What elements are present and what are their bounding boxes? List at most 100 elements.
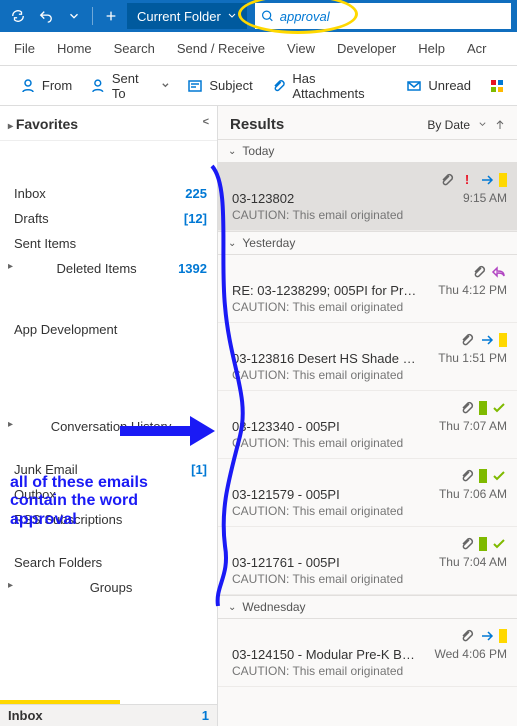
attachment-icon [459,400,475,416]
email-subject: 03-124150 - Modular Pre-K Bui… [232,647,422,662]
filter-from[interactable]: From [12,74,80,98]
email-preview: CAUTION: This email originated [232,368,507,382]
group-yesterday[interactable]: ⌄Yesterday [218,231,517,255]
search-box[interactable] [255,3,511,29]
forward-arrow-icon [479,172,495,188]
collapse-pane-icon[interactable]: < [203,116,209,132]
inbox-status-label: Inbox [8,708,43,723]
check-icon [491,400,507,416]
category-tag-icon [479,401,487,415]
email-time: Thu 4:12 PM [438,283,507,298]
menu-developer[interactable]: Developer [327,35,406,62]
category-tag-icon [499,173,507,187]
folder-rss[interactable]: RSS Subscriptions [0,507,217,532]
search-icon [261,9,274,23]
filter-subject[interactable]: Subject [179,74,260,98]
filter-attachments[interactable]: Has Attachments [263,67,397,105]
menu-home[interactable]: Home [47,35,102,62]
sort-by-date[interactable]: By Date [427,118,505,132]
attachment-icon [459,332,475,348]
folder-appdev[interactable]: App Development [0,317,217,342]
search-scope-dropdown[interactable]: Current Folder [127,3,247,29]
customize-icon[interactable] [99,4,123,28]
email-time: Thu 1:51 PM [438,351,507,366]
folder-deleted[interactable]: Deleted Items1392 [0,256,217,281]
group-today[interactable]: ⌄Today [218,139,517,163]
check-icon [491,536,507,552]
menu-help[interactable]: Help [408,35,455,62]
email-preview: CAUTION: This email originated [232,300,507,314]
email-preview: CAUTION: This email originated [232,572,507,586]
folder-inbox[interactable]: Inbox225 [0,181,217,206]
email-time: Thu 7:06 AM [439,487,507,502]
email-item[interactable]: 03-123816 Desert HS Shade St… Thu 1:51 PM… [218,323,517,391]
filter-from-label: From [42,78,72,93]
filter-subject-label: Subject [209,78,252,93]
filter-sentto-label: Sent To [112,71,155,101]
folder-outbox[interactable]: Outbox [0,482,217,507]
menubar: File Home Search Send / Receive View Dev… [0,32,517,66]
attachment-icon [439,172,455,188]
email-time: Thu 7:07 AM [439,419,507,434]
menu-acrobat[interactable]: Acr [457,35,497,62]
folder-junk[interactable]: Junk Email[1] [0,457,217,482]
email-preview: CAUTION: This email originated [232,436,507,450]
email-time: Wed 4:06 PM [435,647,507,662]
attachment-icon [471,264,487,280]
email-item[interactable]: ! 03-123802 9:15 AM CAUTION: This email o… [218,163,517,231]
folder-convhistory[interactable]: Conversation History [0,414,217,439]
undo-icon[interactable] [34,4,58,28]
chevron-down-icon[interactable] [62,4,86,28]
attachment-icon [459,468,475,484]
email-time: 9:15 AM [463,191,507,206]
email-item[interactable]: 03-121579 - 005PIThu 7:06 AM CAUTION: Th… [218,459,517,527]
email-preview: CAUTION: This email originated [232,504,507,518]
email-preview: CAUTION: This email originated [232,208,507,222]
folder-pane: ▸ Favorites < Inbox225 Drafts[12] Sent I… [0,106,218,726]
refresh-icon[interactable] [6,4,30,28]
importance-high-icon: ! [459,172,475,188]
email-subject: 03-123816 Desert HS Shade St… [232,351,422,366]
search-scope-label: Current Folder [137,9,221,24]
menu-sendreceive[interactable]: Send / Receive [167,35,275,62]
filter-categorized[interactable] [481,74,513,98]
category-tag-icon [479,469,487,483]
filter-attachments-label: Has Attachments [292,71,388,101]
email-subject: RE: 03-1238299; 005PI for Proc… [232,283,422,298]
email-subject: 03-123802 [232,191,294,206]
category-tag-icon [499,629,507,643]
email-time: Thu 7:04 AM [439,555,507,570]
category-tag-icon [499,333,507,347]
email-subject: 03-123340 - 005PI [232,419,340,434]
favorites-header[interactable]: ▸ Favorites [8,116,78,132]
folder-drafts[interactable]: Drafts[12] [0,206,217,231]
sort-arrow-icon[interactable] [495,120,505,130]
email-item[interactable]: 03-124150 - Modular Pre-K Bui… Wed 4:06 P… [218,619,517,687]
folder-groups[interactable]: Groups [0,575,217,600]
inbox-status-bar[interactable]: Inbox 1 [0,704,217,726]
filter-unread-label: Unread [428,78,471,93]
group-wednesday[interactable]: ⌄Wednesday [218,595,517,619]
menu-view[interactable]: View [277,35,325,62]
email-item[interactable]: 03-123340 - 005PI Thu 7:07 AM CAUTION: Th… [218,391,517,459]
inbox-status-count: 1 [202,708,209,723]
attachment-icon [459,536,475,552]
email-item[interactable]: 03-121761 - 005PI Thu 7:04 AM CAUTION: Th… [218,527,517,595]
forward-arrow-icon [479,628,495,644]
email-subject: 03-121761 - 005PI [232,555,340,570]
reply-arrow-icon [491,264,507,280]
email-preview: CAUTION: This email originated [232,664,507,678]
folder-sentitems[interactable]: Sent Items [0,231,217,256]
filter-unread[interactable]: Unread [398,74,479,98]
results-title: Results [230,116,284,133]
attachment-icon [459,628,475,644]
search-input[interactable] [280,9,505,24]
menu-search[interactable]: Search [104,35,165,62]
check-icon [491,468,507,484]
email-item[interactable]: RE: 03-1238299; 005PI for Proc… Thu 4:12 … [218,255,517,323]
menu-file[interactable]: File [4,35,45,62]
filter-sentto[interactable]: Sent To [82,67,177,105]
folder-searchfolders[interactable]: Search Folders [0,550,217,575]
forward-arrow-icon [479,332,495,348]
search-toolbar: From Sent To Subject Has Attachments Unr… [0,66,517,106]
